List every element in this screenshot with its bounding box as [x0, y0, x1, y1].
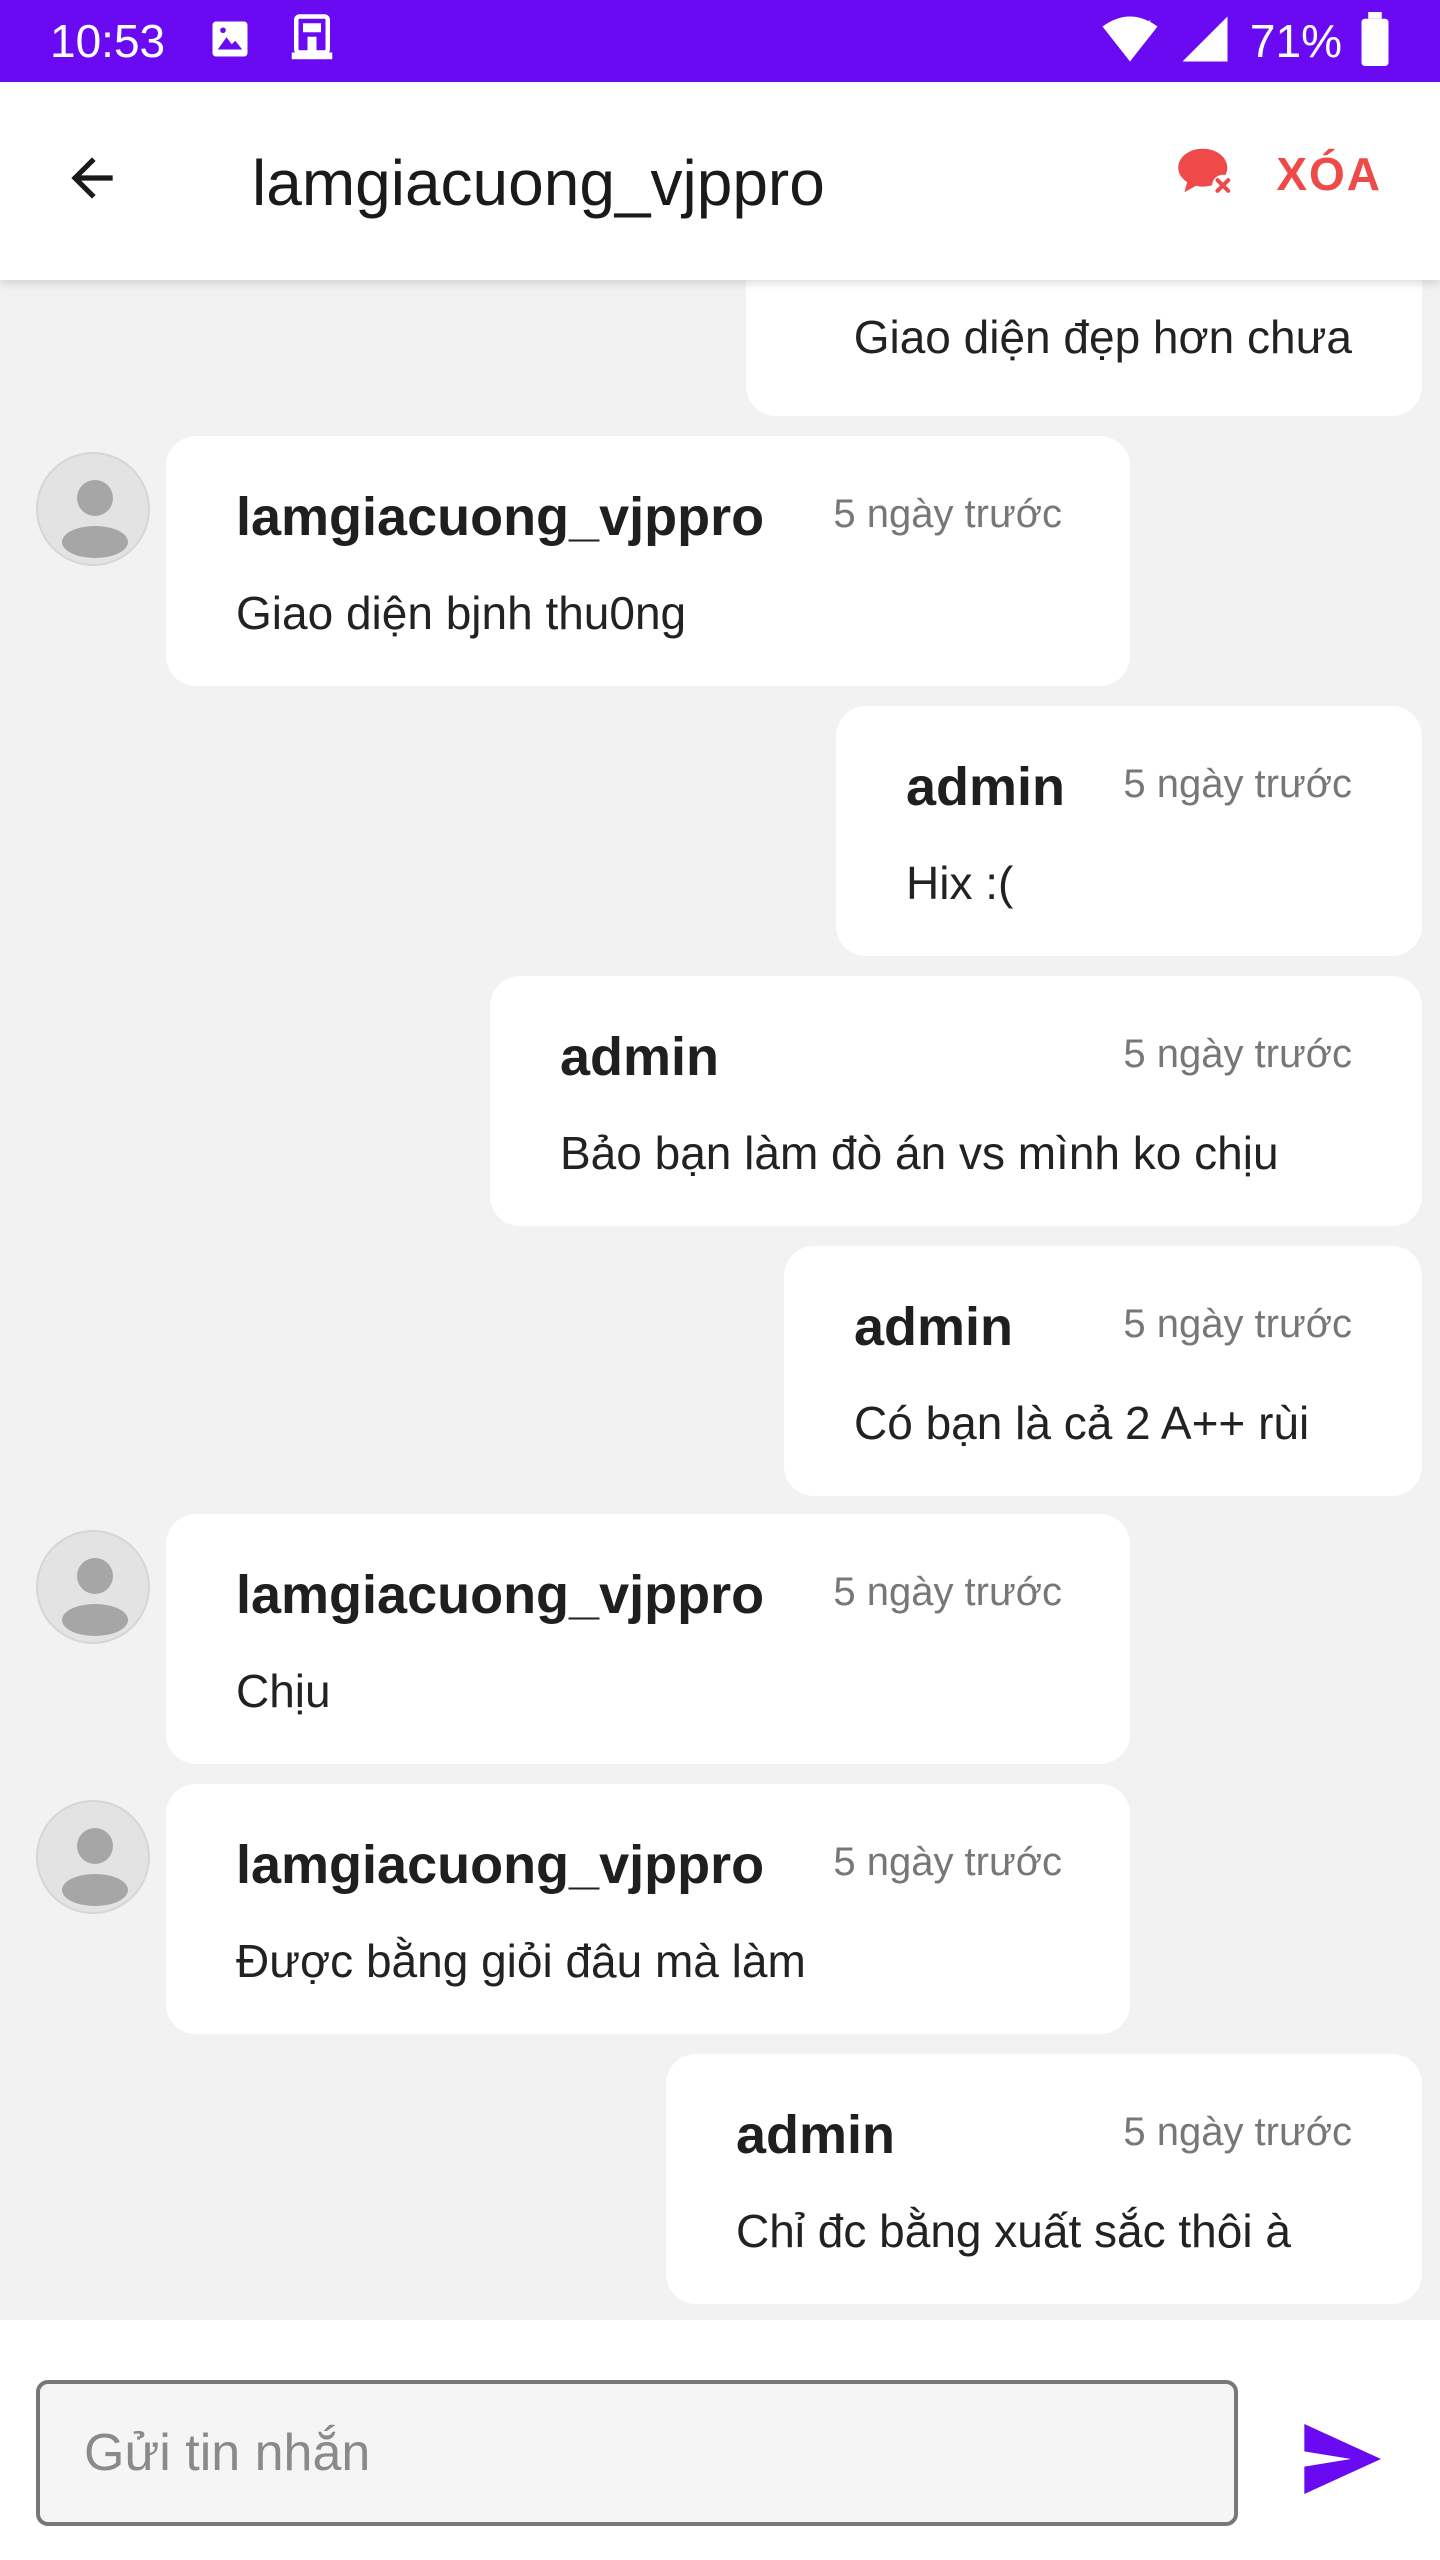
send-button[interactable] [1296, 2416, 1386, 2506]
avatar[interactable] [36, 452, 150, 566]
wifi-icon: x [1100, 14, 1160, 69]
sender-name: admin [736, 2105, 896, 2165]
message-time: 5 ngày trước [833, 1570, 1062, 1614]
message-bubble-other: lamgiacuong_vjppro 5 ngày trước Được bằn… [166, 1784, 1130, 2034]
svg-text:x: x [1142, 15, 1151, 33]
avatar[interactable] [36, 1530, 150, 1644]
message-text: Giao diện bjnh thu0ng [236, 587, 687, 639]
message-time: 5 ngày trước [1123, 2110, 1352, 2154]
message-bubble-mine: Giao diện đẹp hơn chưa [746, 280, 1422, 416]
sender-name: admin [560, 1027, 720, 1087]
message-text: Giao diện đẹp hơn chưa [853, 311, 1352, 363]
message-bubble-other: lamgiacuong_vjppro 5 ngày trước Giao diệ… [166, 436, 1130, 686]
chat-screen: 10:53 x 71% lamgiacuong_vjppro XÓA Giao … [0, 0, 1440, 2560]
message-bubble-mine: admin 5 ngày trước Chỉ đc bằng xuất sắc … [666, 2054, 1422, 2304]
message-bubble-other: lamgiacuong_vjppro 5 ngày trước Chịu [166, 1514, 1130, 1764]
back-button[interactable] [52, 140, 132, 220]
message-time: 5 ngày trước [1123, 762, 1352, 806]
sender-name: lamgiacuong_vjppro [236, 487, 765, 547]
send-icon [1301, 2423, 1381, 2499]
sender-name: admin [854, 1297, 1014, 1357]
battery-percent: 71% [1249, 15, 1342, 67]
message-text: Chịu [236, 1665, 331, 1717]
sender-name: lamgiacuong_vjppro [236, 1835, 765, 1895]
sender-name: admin [906, 757, 1066, 817]
battery-icon [1360, 11, 1390, 71]
avatar[interactable] [36, 1800, 150, 1914]
status-bar: 10:53 x 71% [0, 0, 1440, 82]
delete-chat-button[interactable]: XÓA [1176, 144, 1382, 203]
message-time: 5 ngày trước [833, 492, 1062, 536]
message-time: 5 ngày trước [1123, 1032, 1352, 1076]
message-list[interactable]: Giao diện đẹp hơn chưa lamgiacuong_vjppr… [0, 280, 1440, 2320]
status-time: 10:53 [50, 15, 166, 67]
sender-name: lamgiacuong_vjppro [236, 1565, 765, 1625]
message-bubble-mine: admin 5 ngày trước Bảo bạn làm đò án vs … [490, 976, 1422, 1226]
message-time: 5 ngày trước [833, 1840, 1062, 1884]
image-icon [209, 18, 251, 65]
message-bubble-mine: admin 5 ngày trước Có bạn là cả 2 A++ rù… [784, 1246, 1422, 1496]
message-text: Hix :( [906, 857, 1014, 909]
message-time: 5 ngày trước [1123, 1302, 1352, 1346]
chat-delete-icon [1176, 144, 1234, 203]
cast-icon [285, 12, 339, 71]
app-toolbar: lamgiacuong_vjppro XÓA [0, 82, 1440, 280]
page-title: lamgiacuong_vjppro [252, 147, 825, 219]
arrow-back-icon [61, 147, 123, 214]
message-text: Được bằng giỏi đâu mà làm [236, 1935, 806, 1987]
message-text: Chỉ đc bằng xuất sắc thôi à [736, 2205, 1291, 2257]
message-text: Có bạn là cả 2 A++ rùi [854, 1397, 1310, 1449]
composer-bar [0, 2320, 1440, 2560]
message-text: Bảo bạn làm đò án vs mình ko chịu [560, 1127, 1279, 1179]
message-bubble-mine: admin 5 ngày trước Hix :( [836, 706, 1422, 956]
message-input[interactable] [36, 2380, 1238, 2526]
signal-icon [1178, 12, 1232, 71]
delete-label: XÓA [1276, 147, 1382, 200]
